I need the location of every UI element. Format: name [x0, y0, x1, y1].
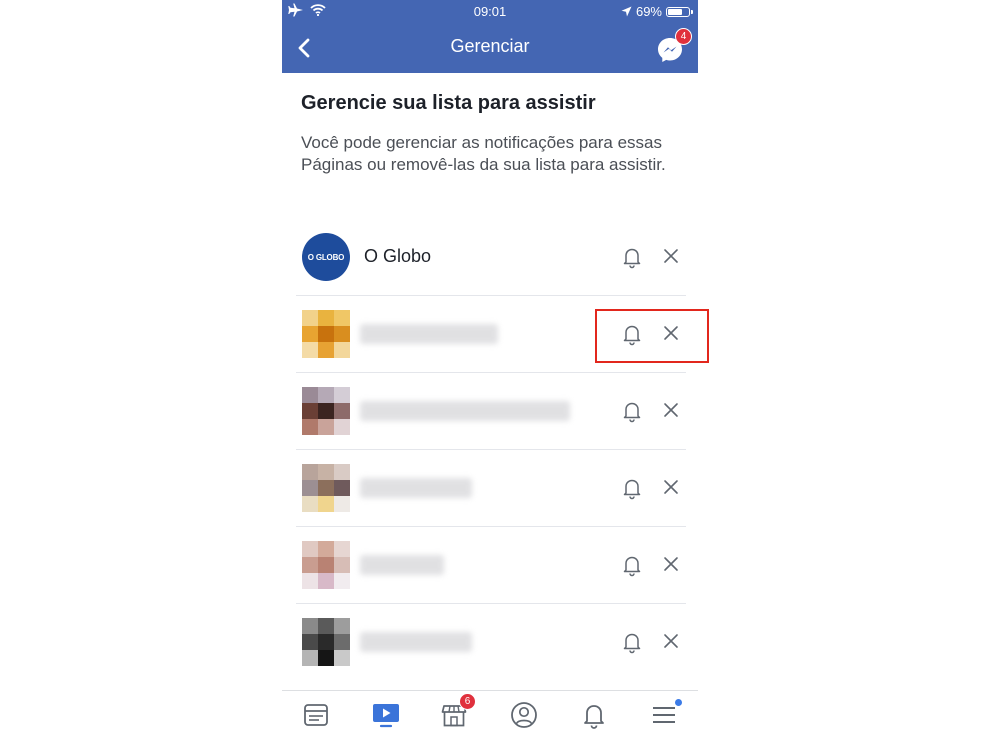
status-right: 69%: [621, 4, 693, 19]
page-name-blurred[interactable]: [360, 401, 570, 421]
list-item: [296, 527, 686, 604]
menu-icon: [653, 707, 675, 723]
marketplace-badge: 6: [459, 693, 476, 710]
list-item: [296, 604, 686, 681]
messenger-badge: 4: [675, 28, 692, 45]
tab-news-feed[interactable]: [300, 699, 332, 731]
tab-watch[interactable]: [370, 699, 402, 731]
page-name-blurred[interactable]: [360, 324, 498, 344]
page-name-blurred[interactable]: [360, 632, 472, 652]
section-heading: Gerencie sua lista para assistir: [301, 92, 596, 114]
highlight-box: [595, 309, 709, 363]
menu-notification-dot: [675, 699, 682, 706]
list-item: [296, 450, 686, 527]
watch-icon: [373, 704, 399, 728]
bell-icon[interactable]: [620, 399, 644, 423]
page-avatar[interactable]: [302, 541, 350, 589]
page-avatar[interactable]: [302, 464, 350, 512]
bell-icon[interactable]: [620, 553, 644, 577]
tab-profile[interactable]: [508, 699, 540, 731]
battery-percent: 69%: [635, 4, 662, 19]
page-avatar[interactable]: [302, 618, 350, 666]
tab-marketplace[interactable]: 6: [438, 693, 476, 731]
tab-notifications[interactable]: [578, 699, 610, 731]
page-name-blurred[interactable]: [360, 478, 472, 498]
tab-menu[interactable]: [648, 699, 682, 731]
bottom-tab-bar: 6: [282, 690, 698, 741]
location-arrow-icon: [621, 6, 632, 17]
close-icon[interactable]: [662, 247, 680, 265]
page-title: Gerenciar: [450, 36, 530, 56]
phone-screen: 09:01 69% Gerenciar 4 Gerencie sua lista…: [282, 0, 698, 741]
top-bar: 09:01 69% Gerenciar 4: [282, 0, 698, 73]
section-description: Você pode gerenciar as notificações para…: [301, 133, 666, 174]
bell-icon[interactable]: [620, 476, 644, 500]
close-icon[interactable]: [662, 478, 680, 496]
battery-fill: [668, 8, 682, 15]
close-icon[interactable]: [662, 632, 680, 650]
list-item: O GLOBO O Globo: [296, 219, 686, 296]
close-icon[interactable]: [662, 555, 680, 573]
bell-icon[interactable]: [620, 245, 644, 269]
profile-icon: [511, 702, 537, 728]
close-icon[interactable]: [662, 401, 680, 419]
page-name[interactable]: O Globo: [364, 246, 431, 267]
list-item: [296, 373, 686, 450]
bell-icon: [584, 705, 604, 729]
page-avatar[interactable]: [302, 310, 350, 358]
page-avatar[interactable]: [302, 387, 350, 435]
battery-icon: [666, 6, 693, 17]
page-name-blurred[interactable]: [360, 555, 444, 575]
news-feed-icon: [304, 704, 328, 726]
messenger-button[interactable]: 4: [656, 28, 692, 64]
page-avatar[interactable]: O GLOBO: [302, 233, 350, 281]
bell-icon[interactable]: [620, 630, 644, 654]
